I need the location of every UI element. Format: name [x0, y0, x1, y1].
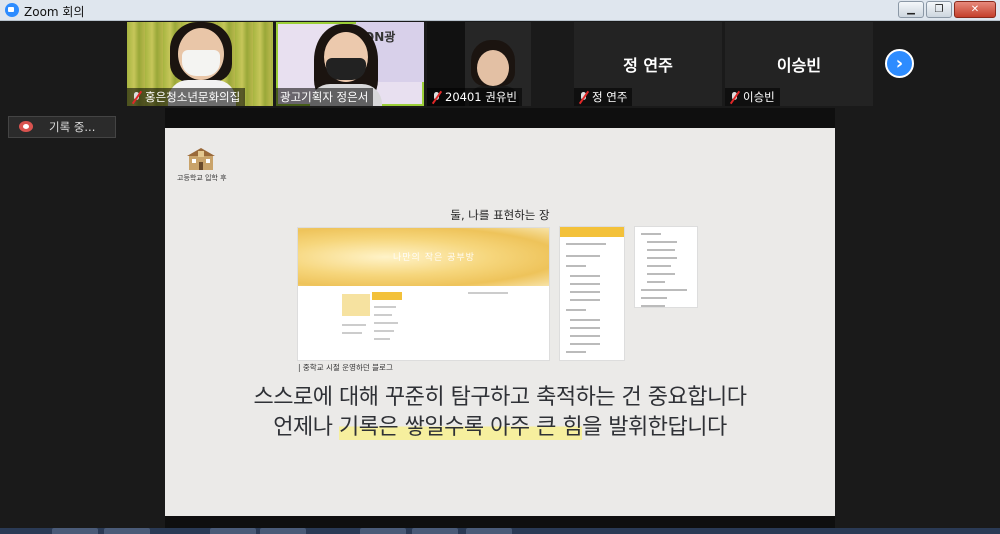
participant-display-name: 정 연주: [623, 56, 673, 75]
taskbar-item[interactable]: [52, 528, 98, 534]
taskbar-item[interactable]: [412, 528, 458, 534]
close-button[interactable]: ✕: [954, 1, 996, 18]
shared-screen: 고등학교 입학 후 둘, 나를 표현하는 장 나만의 작은 공부방 | 중학교 …: [165, 108, 835, 528]
participant-name: 정 연주: [592, 90, 628, 104]
taskbar-item[interactable]: [260, 528, 306, 534]
muted-mic-icon: [431, 91, 442, 104]
muted-mic-icon: [578, 91, 589, 104]
participant-name-bar: 20401 권유빈: [427, 88, 522, 106]
muted-mic-icon: [729, 91, 740, 104]
blog-text-line: [342, 332, 362, 334]
minimize-button[interactable]: ▁: [898, 1, 924, 18]
blog-category-panel: [634, 226, 698, 308]
participant-display-name: 이승빈: [776, 56, 822, 75]
blog-banner-title: 나만의 작은 공부방: [393, 253, 475, 263]
slide-heading: 둘, 나를 표현하는 장: [450, 208, 550, 222]
window-controls: ▁ ❐ ✕: [896, 1, 996, 18]
slide-text-highlight: 기록은 쌓일수록 아주 큰 힘: [338, 415, 583, 440]
participant-name-bar: 광고기획자 정은서: [276, 88, 374, 106]
participant-tile[interactable]: 20401 권유빈: [427, 22, 531, 106]
participant-tile[interactable]: 이승빈 이승빈: [725, 22, 873, 106]
blog-banner: 나만의 작은 공부방: [298, 228, 549, 286]
blog-text-line: [468, 292, 508, 294]
taskbar-item[interactable]: [360, 528, 406, 534]
blog-text-line: [374, 338, 390, 340]
participant-tile[interactable]: 정 연주 정 연주: [574, 22, 722, 106]
recording-indicator[interactable]: 기록 중...: [8, 116, 116, 138]
title-bar: Zoom 회의 ▁ ❐ ✕: [0, 0, 1000, 21]
recording-label: 기록 중...: [49, 120, 96, 134]
zoom-window: Zoom 회의 ▁ ❐ ✕ 홍은청소년문화의집 ON광 광고기획자 정은서 20…: [0, 0, 1000, 534]
participant-tile-active-speaker[interactable]: ON광 광고기획자 정은서: [276, 22, 424, 106]
participant-name-bar: 홍은청소년문화의집: [127, 88, 246, 106]
blog-caption: | 중학교 시절 운영하던 블로그: [298, 363, 393, 372]
taskbar-item[interactable]: [104, 528, 150, 534]
school-logo-text: 고등학교 입학 후: [177, 174, 227, 182]
next-page-button[interactable]: ›: [885, 49, 914, 78]
participant-name: 20401 권유빈: [445, 90, 517, 104]
taskbar-item[interactable]: [210, 528, 256, 534]
participant-name-bar: 이승빈: [725, 88, 780, 106]
blog-category-panel: [559, 226, 625, 361]
taskbar-item[interactable]: [466, 528, 512, 534]
blog-text-line: [342, 324, 366, 326]
blog-text-line: [374, 330, 394, 332]
slide-text-line-1: 스스로에 대해 꾸준히 탐구하고 축적하는 건 중요합니다: [253, 385, 747, 410]
participant-name: 이승빈: [743, 90, 775, 104]
zoom-app-icon: [5, 3, 19, 17]
blog-text-line: [374, 306, 396, 308]
slide-text-prefix: 언제나: [273, 415, 339, 440]
window-title: Zoom 회의: [24, 5, 85, 19]
slide-text-line-2: 언제나 기록은 쌓일수록 아주 큰 힘을 발휘한답니다: [165, 409, 835, 441]
slide-text-suffix: 을 발휘한답니다: [582, 415, 727, 440]
participant-name: 광고기획자 정은서: [280, 90, 369, 104]
blog-text-line: [374, 314, 392, 316]
restore-button[interactable]: ❐: [926, 1, 952, 18]
chevron-right-icon: ›: [895, 52, 904, 74]
cloud-record-icon: [19, 121, 33, 133]
presentation-slide: 고등학교 입학 후 둘, 나를 표현하는 장 나만의 작은 공부방 | 중학교 …: [165, 128, 835, 516]
participant-name-bar: 정 연주: [574, 88, 633, 106]
school-icon: [187, 148, 215, 170]
blog-menu-header: [372, 292, 402, 300]
participant-name: 홍은청소년문화의집: [145, 90, 241, 104]
participant-tile[interactable]: 홍은청소년문화의집: [127, 22, 273, 106]
blog-thumbnail: [342, 294, 370, 316]
blog-screenshot: 나만의 작은 공부방: [297, 227, 550, 361]
muted-mic-icon: [131, 91, 142, 104]
blog-text-line: [374, 322, 398, 324]
category-panel-header: [560, 227, 624, 237]
